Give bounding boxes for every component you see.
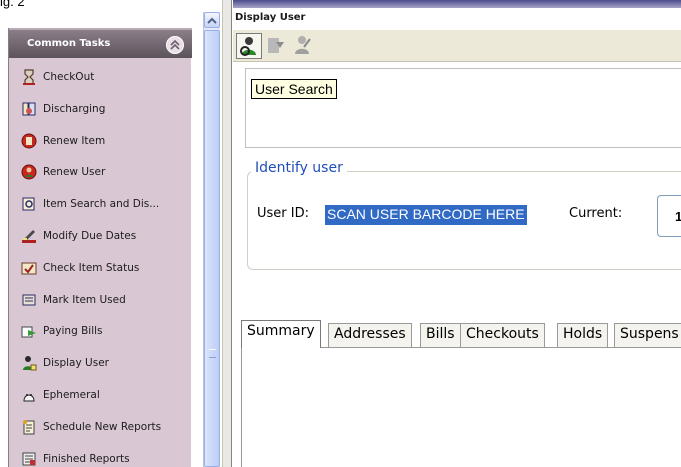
task-ephemeral[interactable]: Ephemeral — [9, 382, 192, 414]
task-schedule-new-reports[interactable]: Schedule New Reports — [9, 414, 192, 446]
task-label: Display User — [43, 357, 109, 370]
ephemeral-icon — [23, 393, 35, 402]
common-tasks-title: Common Tasks — [27, 38, 111, 49]
figure-caption: ig. 2 — [0, 0, 25, 9]
user-search-icon — [240, 37, 256, 56]
schedule-reports-icon — [23, 419, 35, 435]
task-modify-due-dates[interactable]: Modify Due Dates — [9, 223, 192, 255]
pane-splitter[interactable] — [222, 0, 232, 467]
gadget-icon — [295, 36, 311, 54]
modify-due-dates-icon — [22, 229, 36, 243]
task-mark-item-used[interactable]: Mark Item Used — [9, 287, 192, 319]
task-list: CheckOut Discharging Renew Item Renew Us… — [9, 64, 192, 467]
export-icon — [268, 38, 284, 53]
current-value: 1 — [675, 209, 681, 224]
checkout-icon — [23, 69, 35, 85]
chevron-up-icon — [207, 17, 217, 24]
user-tabs: Summary Addresses Bills Checkouts Holds … — [241, 320, 681, 348]
task-finished-reports[interactable]: Finished Reports — [9, 446, 192, 467]
identify-user-legend: Identify user — [251, 160, 347, 176]
display-user-icon — [23, 356, 37, 371]
discharging-icon — [22, 102, 36, 116]
paying-bills-icon — [21, 326, 36, 338]
task-paying-bills[interactable]: Paying Bills — [9, 318, 192, 350]
gadget-button[interactable] — [290, 33, 316, 59]
task-label: Modify Due Dates — [43, 229, 137, 242]
user-search-tooltip: User Search — [251, 79, 337, 99]
renew-item-icon — [21, 133, 37, 149]
summary-tab-panel — [241, 348, 681, 467]
task-label: Check Item Status — [43, 261, 140, 274]
tab-suspensions[interactable]: Suspens — [614, 323, 681, 347]
common-tasks-header: Common Tasks — [9, 28, 192, 58]
mark-item-used-icon — [22, 294, 36, 306]
task-checkout[interactable]: CheckOut — [9, 64, 192, 96]
tab-addresses[interactable]: Addresses — [328, 323, 412, 347]
window-title: Display User — [235, 12, 306, 23]
toolbar — [233, 30, 681, 62]
window-title-bar: Display User — [233, 8, 681, 30]
user-id-label: User ID: — [257, 206, 309, 221]
export-button[interactable] — [264, 33, 290, 59]
task-label: Discharging — [43, 102, 106, 115]
user-id-field[interactable]: SCAN USER BARCODE HERE — [325, 205, 527, 225]
task-label: Mark Item Used — [43, 293, 126, 306]
renew-user-icon — [21, 164, 37, 180]
task-display-user[interactable]: Display User — [9, 350, 192, 382]
task-label: Ephemeral — [43, 388, 100, 401]
task-check-item-status[interactable]: Check Item Status — [9, 255, 192, 287]
tab-summary[interactable]: Summary — [241, 320, 321, 348]
task-label: Schedule New Reports — [43, 420, 162, 433]
window-top-edge — [233, 0, 681, 8]
current-label: Current: — [569, 206, 623, 221]
tab-bills[interactable]: Bills — [420, 323, 461, 347]
scroll-up-button[interactable] — [204, 12, 220, 28]
check-item-status-icon — [21, 262, 37, 275]
collapse-panel-button[interactable] — [166, 36, 184, 54]
task-renew-item[interactable]: Renew Item — [9, 128, 192, 160]
chevron-up-icon — [170, 40, 180, 50]
task-discharging[interactable]: Discharging — [9, 96, 192, 128]
task-label: Finished Reports — [43, 452, 130, 465]
task-label: Renew User — [43, 166, 106, 179]
item-search-icon — [22, 197, 35, 211]
current-field[interactable]: 1 — [657, 195, 681, 237]
tab-holds[interactable]: Holds — [557, 323, 609, 347]
scroll-thumb[interactable] — [204, 30, 220, 467]
task-item-search[interactable]: Item Search and Dis... — [9, 191, 192, 223]
task-label: Paying Bills — [43, 325, 103, 338]
common-tasks-panel: Common Tasks CheckOut Discharging Renew … — [8, 28, 192, 467]
task-label: Renew Item — [43, 134, 106, 147]
task-renew-user[interactable]: Renew User — [9, 159, 192, 191]
scroll-grip — [209, 349, 216, 358]
task-label: Item Search and Dis... — [43, 198, 160, 211]
sidebar-scrollbar[interactable] — [203, 12, 220, 467]
finished-reports-icon — [22, 452, 36, 466]
user-search-button[interactable] — [236, 33, 262, 59]
display-user-pane: Display User tion User Search Identify u… — [233, 0, 681, 467]
task-label: CheckOut — [43, 71, 95, 83]
tab-checkouts[interactable]: Checkouts — [460, 323, 545, 347]
